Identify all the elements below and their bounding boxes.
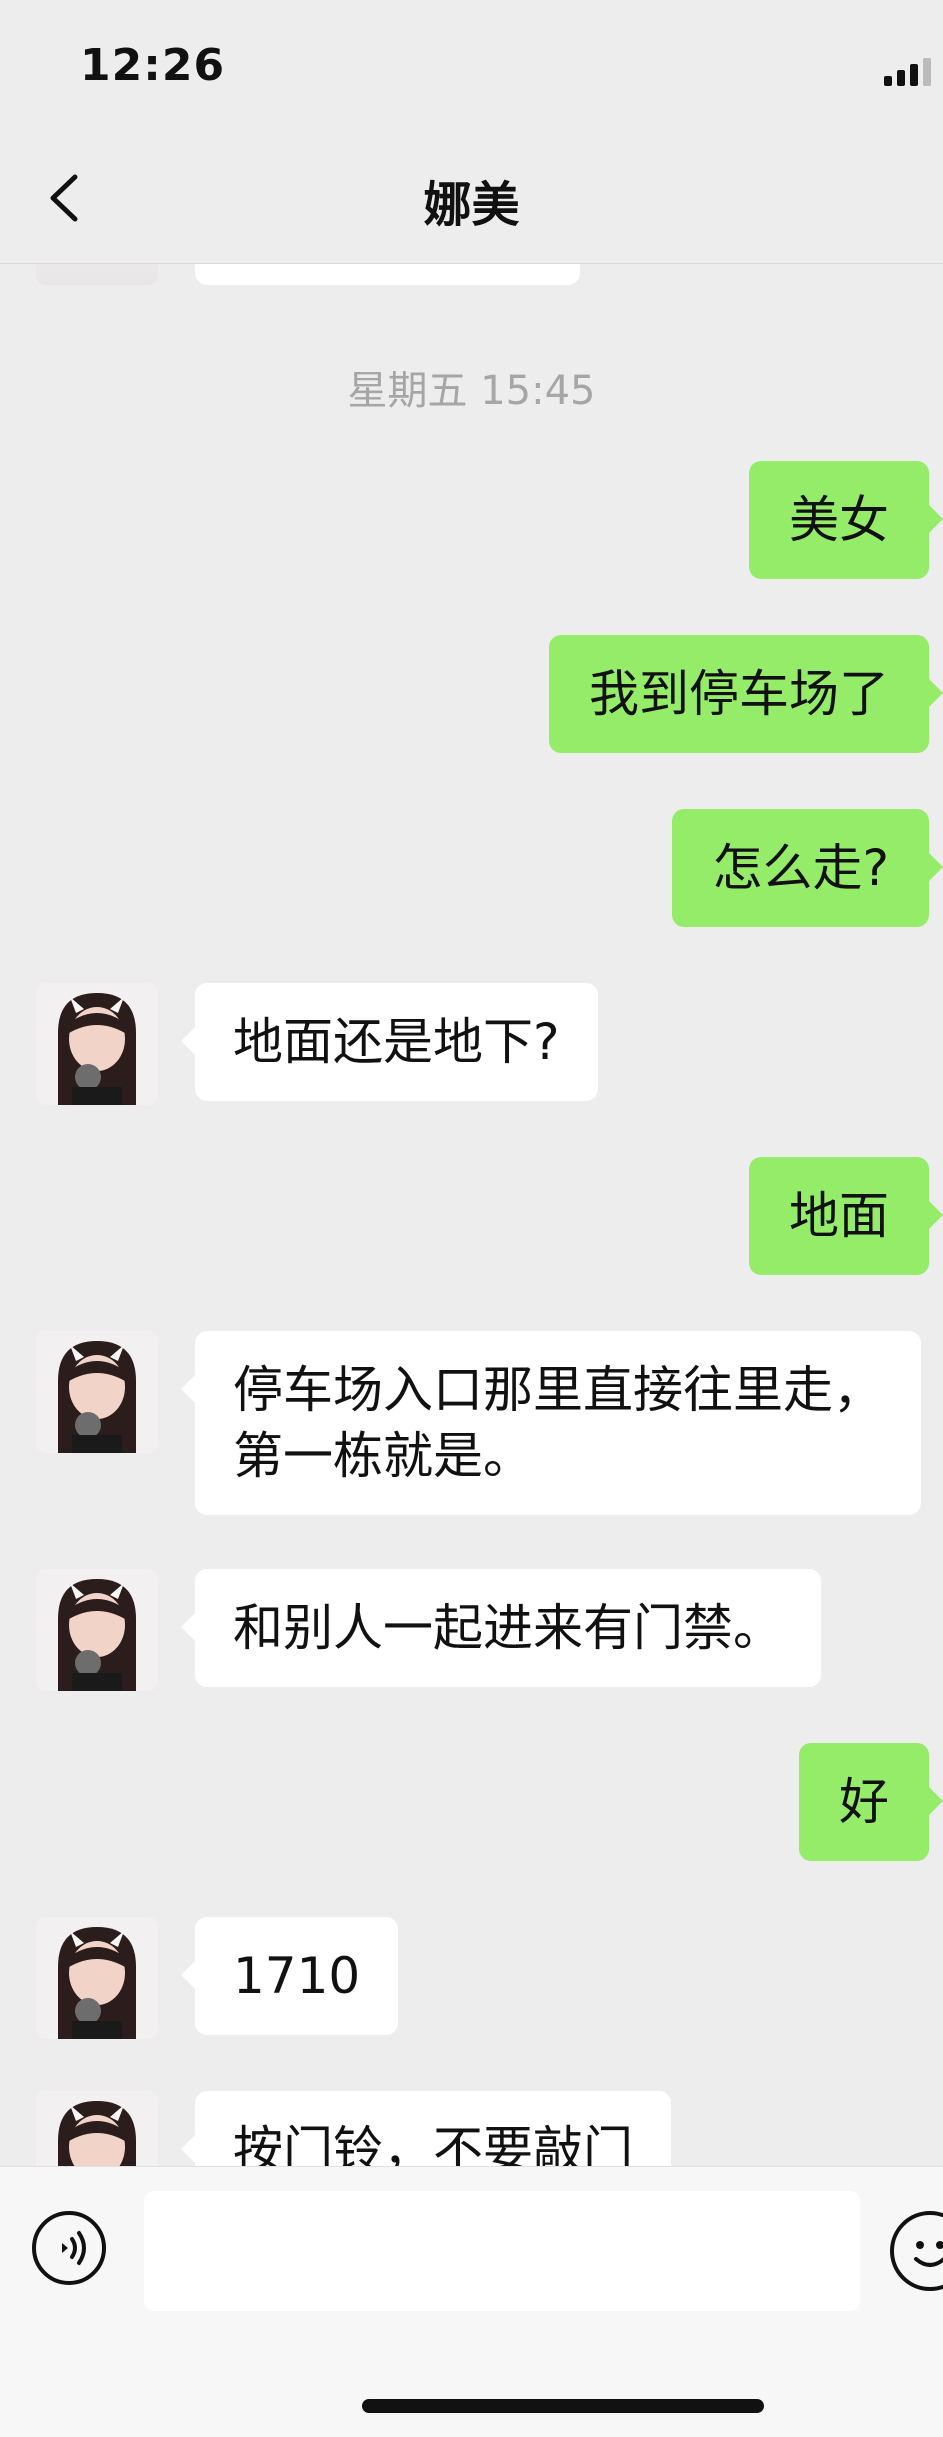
voice-button[interactable] [32,2211,106,2285]
message-input[interactable] [144,2191,860,2311]
chat-timestamp: 星期五 15:45 [347,368,596,414]
status-time: 12:26 [80,40,226,91]
contact-avatar[interactable] [36,263,158,285]
message-list[interactable]: 星期五 15:45 美女 我到停车场了 怎么走? 地面还是地下? 地面 停车场入… [0,263,943,2166]
contact-avatar[interactable] [36,2091,158,2166]
emoji-icon [914,2241,943,2267]
avatar-image [36,1917,158,2039]
avatar-image [36,983,158,1105]
signal-icon [884,58,931,86]
chat-header: 娜美 [0,135,943,264]
input-bar [0,2166,943,2437]
contact-avatar[interactable] [36,1569,158,1691]
message-bubble-received[interactable]: 1710 [180,1917,399,2035]
contact-name: 娜美 [423,177,520,233]
message-bubble-received[interactable]: 和别人一起进来有门禁。 [181,1569,821,1687]
message-bubble-sent[interactable]: 我到停车场了 [549,635,943,753]
message-bubble-sent[interactable]: 地面 [749,1157,943,1275]
message-bubble-received[interactable]: 按门铃，不要敲门 [181,2091,671,2166]
avatar-image [36,1331,158,1453]
contact-avatar[interactable] [36,1331,158,1453]
contact-avatar[interactable] [36,1917,158,2039]
message-bubble-sent[interactable]: 美女 [749,461,943,579]
home-indicator [362,2399,764,2413]
message-bubble-sent[interactable]: 好 [799,1743,943,1861]
avatar-image [36,2091,158,2166]
message-bubble-previous[interactable] [195,263,580,285]
avatar-image [36,1569,158,1691]
voice-icon [62,2231,86,2265]
message-bubble-received[interactable]: 地面还是地下? [181,983,598,1101]
message-bubble-sent[interactable]: 怎么走? [672,809,943,927]
message-bubble-received[interactable]: 停车场入口那里直接往里走， 第一栋就是。 [181,1331,921,1515]
status-bar: 12:26 [0,0,943,135]
emoji-button[interactable] [890,2211,943,2291]
contact-avatar[interactable] [36,983,158,1105]
